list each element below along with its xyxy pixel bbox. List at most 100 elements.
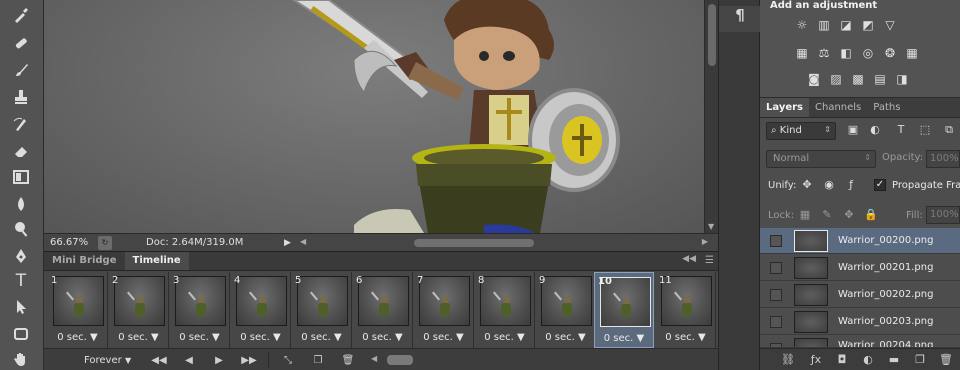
clone-stamp-tool-icon[interactable] xyxy=(10,86,32,108)
frame-delay[interactable]: 0 sec. ▼ xyxy=(595,333,653,344)
eraser-tool-icon[interactable] xyxy=(10,140,32,162)
brightness-contrast-icon[interactable]: ☼ xyxy=(794,18,810,32)
tween-icon[interactable]: ⤡ xyxy=(273,355,303,366)
animation-frame[interactable]: 7 0 sec. ▼ xyxy=(414,272,474,348)
type-layer-filter-icon[interactable]: T xyxy=(894,123,908,137)
frame-delay[interactable]: 0 sec. ▼ xyxy=(353,332,412,343)
photo-filter-icon[interactable]: ◎ xyxy=(860,46,876,60)
visibility-toggle[interactable] xyxy=(770,316,782,328)
tab-layers[interactable]: Layers xyxy=(760,98,809,117)
animation-frame[interactable]: 5 0 sec. ▼ xyxy=(292,272,352,348)
layer-row[interactable]: Warrior_00204.png xyxy=(760,336,960,348)
timeline-horizontal-scrollbar[interactable]: ◀ xyxy=(369,354,712,366)
visibility-toggle[interactable] xyxy=(770,262,782,274)
previous-frame-icon[interactable]: ◀ xyxy=(174,355,204,366)
animation-frame[interactable]: 9 0 sec. ▼ xyxy=(536,272,596,348)
gradient-map-icon[interactable]: ▤ xyxy=(872,72,888,86)
opacity-input[interactable]: 100% xyxy=(926,150,960,168)
animation-frame[interactable]: 2 0 sec. ▼ xyxy=(109,272,169,348)
scroll-right-icon[interactable]: ▶ xyxy=(702,237,708,246)
frame-delay[interactable]: 0 sec. ▼ xyxy=(292,332,351,343)
layer-row-selected[interactable]: Warrior_00200.png xyxy=(760,228,960,254)
animation-frame[interactable]: 11 0 sec. ▼ xyxy=(656,272,716,348)
animation-frame[interactable]: 3 0 sec. ▼ xyxy=(170,272,230,348)
posterize-icon[interactable]: ▨ xyxy=(828,72,844,86)
add-mask-icon[interactable]: ◘ xyxy=(834,353,850,367)
blur-tool-icon[interactable] xyxy=(10,193,32,215)
lock-transparent-icon[interactable]: ▦ xyxy=(798,208,812,222)
tab-mini-bridge[interactable]: Mini Bridge xyxy=(44,252,125,270)
lock-position-icon[interactable]: ✥ xyxy=(842,208,856,222)
blend-mode-select[interactable]: Normal ⇕ xyxy=(766,150,876,168)
unify-position-icon[interactable]: ✥ xyxy=(800,178,814,192)
type-tool-icon[interactable]: T xyxy=(10,270,32,292)
invert-icon[interactable]: ◙ xyxy=(806,72,822,86)
frame-delay[interactable]: 0 sec. ▼ xyxy=(536,332,595,343)
fill-input[interactable]: 100% xyxy=(926,206,960,224)
scroll-left-icon[interactable]: ◀ xyxy=(371,354,377,363)
unify-visibility-icon[interactable]: ◉ xyxy=(822,178,836,192)
pixel-layer-filter-icon[interactable]: ▣ xyxy=(846,123,860,137)
frame-delay[interactable]: 0 sec. ▼ xyxy=(656,332,715,343)
layer-row[interactable]: Warrior_00202.png xyxy=(760,282,960,308)
tab-timeline[interactable]: Timeline xyxy=(124,252,189,270)
visibility-toggle[interactable] xyxy=(770,235,782,247)
pen-tool-icon[interactable] xyxy=(10,245,32,267)
scroll-thumb[interactable] xyxy=(387,355,413,365)
frame-delay[interactable]: 0 sec. ▼ xyxy=(48,332,107,343)
color-lookup-icon[interactable]: ▦ xyxy=(904,46,920,60)
frame-delay[interactable]: 0 sec. ▼ xyxy=(414,332,473,343)
unify-style-icon[interactable]: ƒ xyxy=(844,178,858,192)
selective-color-icon[interactable]: ◨ xyxy=(894,72,910,86)
vibrance-icon[interactable]: ▽ xyxy=(882,18,898,32)
black-white-icon[interactable]: ◧ xyxy=(838,46,854,60)
channel-mixer-icon[interactable]: ❂ xyxy=(882,46,898,60)
curves-icon[interactable]: ◪ xyxy=(838,18,854,32)
propagate-frame-checkbox[interactable]: ✓ xyxy=(874,179,886,191)
eyedropper-tool-icon[interactable] xyxy=(10,4,32,26)
layer-filter-kind-select[interactable]: ⌕ Kind ⇕ xyxy=(766,122,836,140)
hand-tool-icon[interactable] xyxy=(10,348,32,370)
color-balance-icon[interactable]: ⚖ xyxy=(816,46,832,60)
canvas-vertical-scrollbar[interactable]: ▼ xyxy=(704,0,718,233)
loop-options-select[interactable]: Forever ▼ xyxy=(44,355,144,366)
lock-pixels-icon[interactable]: ✎ xyxy=(820,208,834,222)
duplicate-frame-icon[interactable]: ❐ xyxy=(303,355,333,366)
lock-all-icon[interactable]: 🔒 xyxy=(864,208,878,222)
layer-row[interactable]: Warrior_00203.png xyxy=(760,309,960,335)
rectangle-tool-icon[interactable] xyxy=(10,323,32,345)
gradient-tool-icon[interactable] xyxy=(10,166,32,188)
trash-icon[interactable]: 🗑 xyxy=(938,353,954,367)
spot-healing-tool-icon[interactable] xyxy=(10,32,32,54)
layer-row[interactable]: Warrior_00201.png xyxy=(760,255,960,281)
new-layer-icon[interactable]: ❐ xyxy=(912,353,928,367)
dodge-tool-icon[interactable] xyxy=(10,218,32,240)
scroll-left-icon[interactable]: ◀ xyxy=(300,237,306,246)
canvas-horizontal-scrollbar[interactable]: ◀ ▶ xyxy=(296,237,712,249)
collapse-icon[interactable]: ◀◀ xyxy=(682,254,696,264)
smart-object-filter-icon[interactable]: ⧉ xyxy=(942,123,956,137)
zoom-level[interactable]: 66.67% xyxy=(44,237,94,248)
animation-frame[interactable]: 6 0 sec. ▼ xyxy=(353,272,413,348)
paragraph-panel-icon[interactable]: ¶ xyxy=(719,6,761,32)
scroll-thumb[interactable] xyxy=(414,238,534,247)
frame-delay[interactable]: 0 sec. ▼ xyxy=(109,332,168,343)
path-selection-tool-icon[interactable] xyxy=(10,296,32,318)
panel-menu-icon[interactable]: ☰ xyxy=(705,255,714,266)
animation-frame[interactable]: 4 0 sec. ▼ xyxy=(231,272,291,348)
visibility-toggle[interactable] xyxy=(770,289,782,301)
link-layers-icon[interactable]: ⛓ xyxy=(780,353,796,367)
animation-frame[interactable]: 8 0 sec. ▼ xyxy=(475,272,535,348)
adjustment-layer-filter-icon[interactable]: ◐ xyxy=(868,123,882,137)
exposure-icon[interactable]: ◩ xyxy=(860,18,876,32)
tab-channels[interactable]: Channels xyxy=(809,98,867,117)
hue-saturation-icon[interactable]: ▦ xyxy=(794,46,810,60)
share-icon[interactable]: ↻ xyxy=(98,235,112,250)
levels-icon[interactable]: ▥ xyxy=(816,18,832,32)
document-canvas[interactable] xyxy=(44,0,704,233)
frame-delay[interactable]: 0 sec. ▼ xyxy=(475,332,534,343)
trash-icon[interactable]: 🗑 xyxy=(333,355,363,366)
scroll-thumb[interactable] xyxy=(708,4,716,66)
new-group-icon[interactable]: ▬ xyxy=(886,353,902,367)
play-icon[interactable]: ▶ xyxy=(204,355,234,366)
